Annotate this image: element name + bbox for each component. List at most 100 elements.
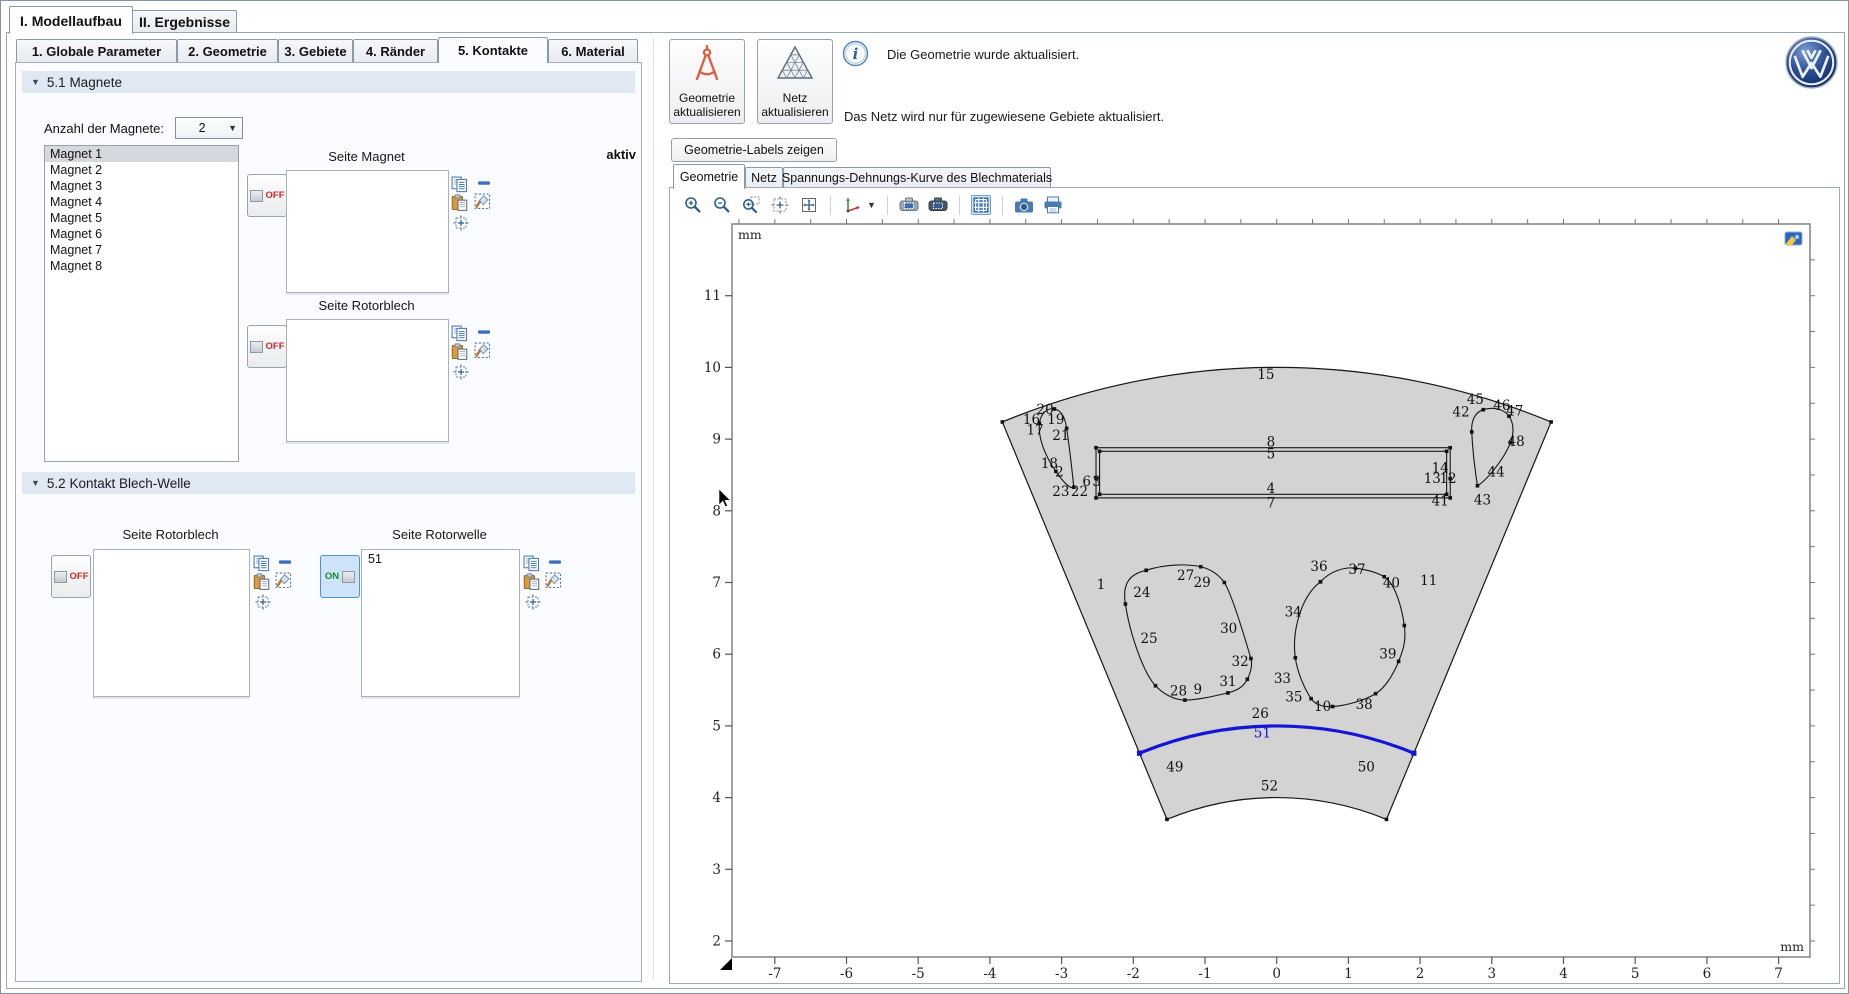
anzahl-magnete-label: Anzahl der Magnete:: [44, 121, 164, 136]
remove-icon[interactable]: [476, 176, 493, 193]
remove-icon[interactable]: [547, 555, 564, 572]
zoom-to-selection-icon[interactable]: [453, 364, 470, 381]
toggle-knob: [250, 190, 263, 202]
edge-label-52: 52: [1261, 779, 1278, 795]
magnet-list[interactable]: Magnet 1Magnet 2Magnet 3Magnet 4Magnet 5…: [44, 145, 239, 462]
zoom-in-icon[interactable]: [683, 195, 703, 215]
group-title-seite-magnet: Seite Magnet: [286, 149, 447, 164]
remove-icon[interactable]: [476, 325, 493, 342]
svg-text:1: 1: [1344, 966, 1353, 982]
selection-box-seite-rotorblech[interactable]: [286, 319, 449, 442]
geometrie-labels-zeigen-button[interactable]: Geometrie-Labels zeigen: [671, 138, 837, 162]
zoom-to-selection-icon[interactable]: [525, 594, 542, 611]
subtab-geometrie[interactable]: 2. Geometrie: [177, 39, 278, 62]
tab-modellaufbau[interactable]: I. Modellaufbau: [9, 6, 133, 34]
group-title-kontakt-rotorwelle: Seite Rotorwelle: [361, 527, 518, 542]
clear-selection-icon[interactable]: [275, 572, 292, 589]
edge-label-25: 25: [1140, 631, 1157, 647]
zoom-to-selection-icon[interactable]: [255, 594, 272, 611]
magnet-list-item[interactable]: Magnet 2: [45, 162, 238, 178]
magnet-list-item[interactable]: Magnet 6: [45, 226, 238, 242]
clear-selection-icon[interactable]: [474, 193, 491, 210]
remove-icon[interactable]: [277, 555, 294, 572]
edge-label-12: 12: [1439, 471, 1456, 487]
edge-label-31: 31: [1219, 674, 1236, 690]
copy-image-icon[interactable]: [899, 195, 919, 215]
export-image-icon[interactable]: [928, 195, 948, 215]
print-icon[interactable]: [1043, 195, 1063, 215]
geometrie-aktualisieren-button[interactable]: Geometrie aktualisieren: [669, 39, 745, 124]
graphtab-spannungs-dehnungs-kurve[interactable]: Spannungs-Dehnungs-Kurve des Blechmateri…: [783, 167, 1051, 188]
collapse-triangle-icon[interactable]: ▼: [31, 77, 40, 87]
zoom-to-selection-icon[interactable]: [453, 215, 470, 232]
copy-icon[interactable]: [451, 325, 468, 342]
collapse-triangle-icon[interactable]: ▼: [31, 478, 40, 488]
copy-icon[interactable]: [451, 176, 468, 193]
tab-ergebnisse[interactable]: II. Ergebnisse: [132, 10, 237, 33]
subtab-kontakte[interactable]: 5. Kontakte: [438, 37, 548, 63]
selection-box-seite-magnet[interactable]: [286, 170, 449, 293]
paste-icon[interactable]: [253, 573, 270, 590]
anzahl-magnete-dropdown[interactable]: 2 ▼: [175, 117, 243, 139]
svg-text:6: 6: [1703, 966, 1712, 982]
magnet-list-item[interactable]: Magnet 5: [45, 210, 238, 226]
copy-icon[interactable]: [253, 555, 270, 572]
chevron-down-icon: ▼: [228, 123, 242, 133]
zoom-extents-icon[interactable]: [770, 195, 790, 215]
toolbar-separator: [959, 196, 960, 215]
clear-selection-icon[interactable]: [474, 342, 491, 359]
button-label: Geometrie-Labels zeigen: [684, 143, 824, 157]
section-header-magnete[interactable]: ▼ 5.1 Magnete: [22, 71, 635, 93]
magnet-list-item[interactable]: Magnet 1: [45, 146, 238, 162]
zoom-box-icon[interactable]: [741, 195, 761, 215]
zoom-fit-icon[interactable]: [799, 195, 819, 215]
svg-text:-6: -6: [840, 966, 853, 982]
edge-label-5: 5: [1267, 447, 1276, 463]
view-axes-icon[interactable]: [842, 195, 862, 215]
tab-ergebnisse-label: II. Ergebnisse: [139, 14, 230, 30]
selection-box-kontakt-rotorwelle[interactable]: 51: [361, 549, 520, 697]
svg-text:-4: -4: [983, 966, 996, 982]
subtab-raender[interactable]: 4. Ränder: [353, 39, 438, 62]
graphics-toolbar: ▼: [683, 193, 1063, 217]
geometry-plot[interactable]: -7-6-5-4-3-2-101234567234567891011mmmm11…: [691, 217, 1831, 983]
graphtab-geometrie[interactable]: Geometrie: [673, 164, 745, 189]
paste-icon[interactable]: [451, 194, 468, 211]
toggle-kontakt-rotorwelle[interactable]: ON: [320, 555, 360, 598]
info-message-geometrie: Die Geometrie wurde aktualisiert.: [887, 47, 1079, 62]
magnet-list-item[interactable]: Magnet 7: [45, 242, 238, 258]
graphtab-netz[interactable]: Netz: [745, 167, 783, 188]
paste-icon[interactable]: [523, 573, 540, 590]
toggle-seite-rotorblech[interactable]: OFF: [247, 325, 287, 368]
camera-icon[interactable]: [1014, 195, 1034, 215]
edge-label-34: 34: [1285, 604, 1302, 620]
svg-text:9: 9: [712, 432, 721, 448]
toggle-seite-magnet[interactable]: OFF: [247, 174, 287, 217]
magnet-list-item[interactable]: Magnet 8: [45, 258, 238, 274]
toggle-kontakt-rotorblech[interactable]: OFF: [51, 555, 91, 598]
paste-icon[interactable]: [451, 343, 468, 360]
selection-box-kontakt-rotorblech[interactable]: [93, 549, 250, 697]
magnet-list-item[interactable]: Magnet 4: [45, 194, 238, 210]
subtab-gebiete[interactable]: 3. Gebiete: [278, 39, 353, 62]
edge-label-33: 33: [1274, 671, 1291, 687]
compass-icon: [688, 44, 726, 89]
vw-logo: [1785, 36, 1838, 92]
chevron-down-icon[interactable]: ▼: [867, 200, 876, 210]
zoom-out-icon[interactable]: [712, 195, 732, 215]
netz-aktualisieren-button[interactable]: Netz aktualisieren: [757, 39, 833, 124]
grid-icon[interactable]: [971, 195, 991, 215]
svg-text:5: 5: [1631, 966, 1640, 982]
selection-entry[interactable]: 51: [362, 550, 519, 566]
clear-selection-icon[interactable]: [545, 572, 562, 589]
toggle-knob: [250, 341, 263, 353]
magnet-list-item[interactable]: Magnet 3: [45, 178, 238, 194]
svg-text:8: 8: [712, 503, 721, 519]
subtab-material[interactable]: 6. Material: [548, 39, 638, 62]
section-header-kontakt[interactable]: ▼ 5.2 Kontakt Blech-Welle: [22, 472, 635, 494]
button-label: Geometrie: [679, 91, 735, 105]
edge-label-43: 43: [1474, 493, 1491, 509]
edge-label-50: 50: [1358, 759, 1375, 775]
subtab-globale-parameter[interactable]: 1. Globale Parameter: [16, 39, 177, 62]
copy-icon[interactable]: [523, 555, 540, 572]
